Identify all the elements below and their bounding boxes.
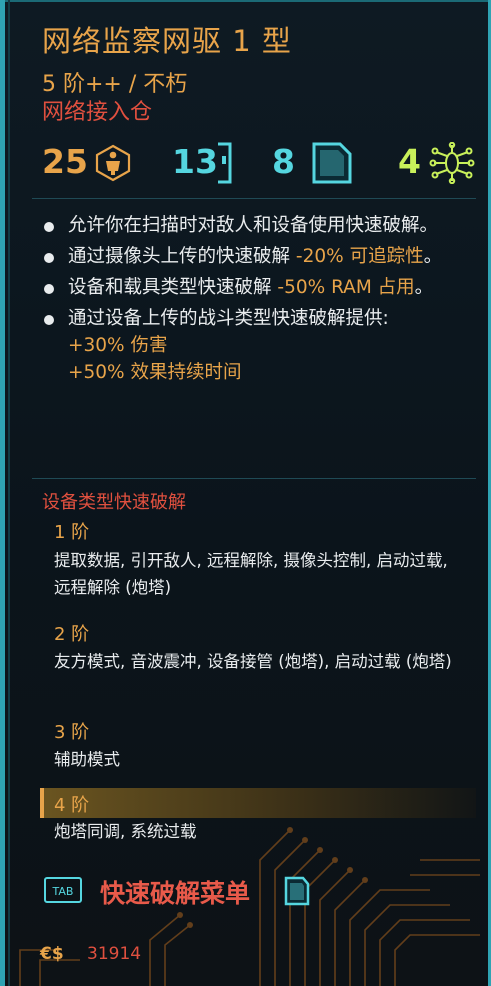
humanoid-icon bbox=[95, 144, 131, 182]
effect-text: 通过设备上传的战斗类型快速破解提供: bbox=[68, 308, 389, 329]
active-level-marker bbox=[40, 788, 44, 818]
stats-row: 25 13 8 4 bbox=[0, 140, 491, 190]
stat-value-3: 8 bbox=[272, 142, 295, 181]
item-name: 网络监察网驱 1 型 bbox=[42, 24, 292, 58]
bullet-dot bbox=[44, 222, 54, 232]
neural-chip-icon bbox=[429, 142, 475, 184]
active-level-highlight bbox=[40, 788, 476, 818]
effects-list: 允许你在扫描时对敌人和设备使用快速破解。 通过摄像头上传的快速破解 -20% 可… bbox=[42, 212, 462, 386]
effect-highlight-2: +50% 效果持续时间 bbox=[68, 362, 242, 383]
stat-value-1: 25 bbox=[42, 142, 88, 181]
memory-card-icon bbox=[284, 876, 310, 906]
bullet-dot bbox=[44, 253, 54, 263]
level-desc-4: 炮塔同调, 系统过载 bbox=[54, 822, 197, 841]
memory-card-icon bbox=[312, 142, 352, 184]
effect-highlight: -50% RAM 占用 bbox=[277, 277, 415, 298]
effect-item: 设备和载具类型快速破解 -50% RAM 占用。 bbox=[42, 274, 462, 301]
ram-slot-icon bbox=[218, 142, 232, 184]
effect-highlight: +30% 伤害 bbox=[68, 335, 168, 356]
bullet-dot bbox=[44, 315, 54, 325]
effect-item: 允许你在扫描时对敌人和设备使用快速破解。 bbox=[42, 212, 462, 239]
effect-tail: 。 bbox=[423, 246, 443, 267]
divider bbox=[32, 198, 476, 199]
level-label-4: 4 阶 bbox=[54, 795, 90, 816]
eurodollar-icon: €$ bbox=[40, 944, 64, 964]
effect-text: 设备和载具类型快速破解 bbox=[68, 277, 278, 298]
top-border bbox=[0, 0, 491, 2]
device-hacks-title: 设备类型快速破解 bbox=[42, 492, 186, 513]
level-label-3: 3 阶 bbox=[54, 722, 90, 743]
tab-key-hint[interactable]: TAB bbox=[44, 877, 82, 903]
effect-item: 通过摄像头上传的快速破解 -20% 可追踪性。 bbox=[42, 243, 462, 270]
money-amount: 31914 bbox=[87, 944, 142, 964]
effect-item: 通过设备上传的战斗类型快速破解提供: +30% 伤害 +50% 效果持续时间 bbox=[42, 305, 462, 386]
effect-tail: 。 bbox=[414, 277, 434, 298]
stat-value-4: 4 bbox=[398, 142, 421, 181]
level-label-1: 1 阶 bbox=[54, 522, 90, 543]
cyberdeck-tooltip: 网络监察网驱 1 型 5 阶++ / 不朽 网络接入仓 25 13 8 4 允许… bbox=[0, 0, 491, 986]
quickhack-menu-label[interactable]: 快速破解菜单 bbox=[100, 874, 250, 910]
effect-highlight: -20% 可追踪性 bbox=[295, 246, 424, 267]
level-desc-1: 提取数据, 引开敌人, 远程解除, 摄像头控制, 启动过载, 远程解除 (炮塔) bbox=[54, 551, 448, 597]
level-desc-2: 友方模式, 音波震冲, 设备接管 (炮塔), 启动过载 (炮塔) bbox=[54, 652, 452, 671]
item-slot: 网络接入仓 bbox=[42, 100, 153, 125]
effect-text: 通过摄像头上传的快速破解 bbox=[68, 246, 296, 267]
bullet-dot bbox=[44, 284, 54, 294]
level-label-2: 2 阶 bbox=[54, 624, 90, 645]
divider bbox=[32, 478, 476, 479]
effect-text: 允许你在扫描时对敌人和设备使用快速破解。 bbox=[68, 215, 439, 236]
level-desc-3: 辅助模式 bbox=[54, 750, 120, 769]
